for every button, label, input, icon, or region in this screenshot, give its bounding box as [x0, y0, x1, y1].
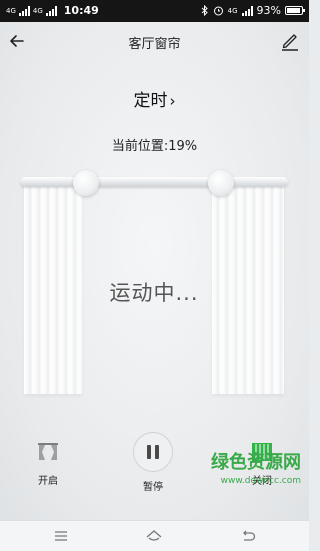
signal-icon-2 — [45, 5, 57, 16]
motion-status-text: 运动中... — [109, 281, 199, 305]
nav-home-button[interactable] — [144, 526, 164, 546]
timer-link[interactable]: 定时 › — [0, 86, 309, 111]
network-type-1: 4G — [6, 6, 16, 15]
network-type-2: 4G — [32, 6, 43, 15]
page-title: 客厅窗帘 — [128, 37, 181, 52]
watermark: 绿色资源网 www.downcc.com — [211, 454, 301, 490]
network-type-3: 4G — [227, 6, 238, 15]
battery-fill — [287, 8, 301, 13]
watermark-text: 绿色资源网 — [211, 452, 301, 473]
curtain-control-screen: 客厅窗帘 定时 › 当前位置:19% 运动中... 开启 暂停 关闭 绿色资源网… — [0, 22, 309, 520]
battery-icon — [285, 6, 305, 15]
nav-back-icon — [243, 530, 256, 541]
nav-menu-button[interactable] — [51, 526, 71, 546]
signal-icon — [18, 5, 30, 16]
edit-pen-icon — [282, 34, 298, 51]
signal-icon-3 — [241, 5, 253, 16]
watermark-url: www.downcc.com — [220, 476, 301, 486]
system-nav-bar — [0, 520, 309, 551]
curtain-rod — [20, 177, 288, 187]
battery-percent: 93% — [256, 4, 281, 17]
pause-button[interactable]: 暂停 — [125, 432, 181, 493]
menu-icon — [55, 531, 67, 541]
chevron-right-icon: › — [169, 92, 176, 110]
edit-button[interactable] — [279, 30, 301, 52]
app-bar: 客厅窗帘 — [0, 22, 309, 62]
curtain-visual: 运动中... — [20, 170, 288, 412]
timer-label: 定时 — [133, 91, 168, 111]
bluetooth-icon — [201, 5, 208, 16]
pause-label: 暂停 — [143, 482, 163, 493]
home-icon — [146, 530, 162, 541]
nav-back-button[interactable] — [238, 526, 258, 546]
status-bar: 4G 4G 10:49 4G 93% — [0, 0, 309, 22]
alarm-icon — [213, 6, 223, 16]
status-time: 10:49 — [63, 4, 99, 17]
left-curtain-handle[interactable] — [73, 170, 99, 196]
current-position-text: 当前位置:19% — [111, 139, 198, 154]
open-label: 开启 — [38, 476, 58, 487]
pause-icon — [133, 432, 173, 472]
open-button[interactable]: 开启 — [28, 432, 68, 487]
curtain-open-icon — [38, 443, 58, 460]
right-curtain-handle[interactable] — [208, 170, 234, 196]
